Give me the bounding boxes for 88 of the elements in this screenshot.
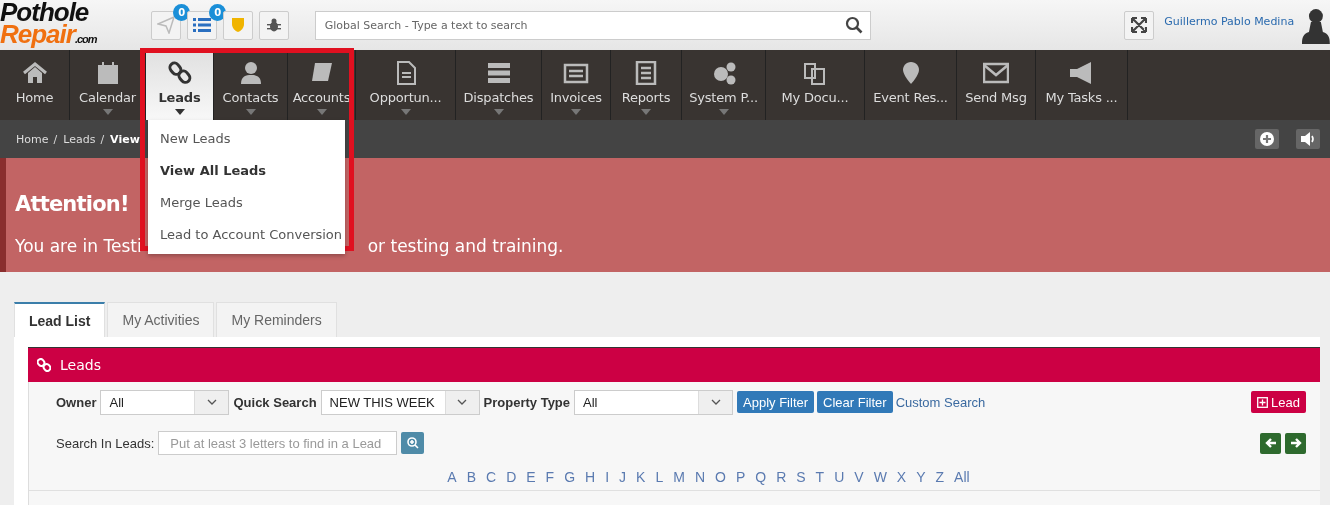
letter-link[interactable]: F bbox=[540, 469, 560, 485]
alert-text: You are in Testi bbox=[15, 236, 142, 256]
letter-link[interactable]: K bbox=[631, 469, 651, 485]
filter-select[interactable]: All bbox=[100, 389, 230, 415]
letter-link[interactable]: All bbox=[949, 469, 975, 485]
menu-item[interactable]: Lead to Account Conversion bbox=[148, 218, 345, 250]
zoom-in-icon bbox=[406, 437, 419, 449]
breadcrumb-link[interactable]: Leads bbox=[63, 132, 96, 146]
custom-search-link[interactable]: Custom Search bbox=[895, 394, 986, 410]
chevron-down-icon bbox=[206, 399, 217, 405]
plus-square-icon bbox=[1257, 396, 1269, 408]
home-icon bbox=[21, 61, 48, 85]
volume-button[interactable] bbox=[1296, 129, 1320, 149]
tab[interactable]: My Reminders bbox=[216, 302, 337, 337]
add-lead-button[interactable]: Lead bbox=[1251, 391, 1306, 413]
card-icon bbox=[563, 61, 589, 85]
letter-link[interactable]: H bbox=[580, 469, 601, 485]
link-icon bbox=[37, 358, 51, 372]
chevron-down-icon bbox=[457, 399, 468, 405]
search-icon[interactable] bbox=[845, 15, 864, 34]
letter-link[interactable]: B bbox=[461, 469, 481, 485]
letter-link[interactable]: J bbox=[614, 469, 632, 485]
search-label: Search In Leads: bbox=[56, 435, 155, 451]
letter-link[interactable]: D bbox=[501, 469, 522, 485]
global-search-field[interactable]: Global Search - Type a text to search bbox=[314, 10, 872, 40]
letter-link[interactable]: T bbox=[810, 469, 830, 485]
letter-link[interactable]: N bbox=[689, 469, 710, 485]
expand-icon bbox=[1131, 17, 1148, 33]
bug-icon bbox=[265, 17, 282, 33]
letter-link[interactable]: M bbox=[668, 469, 690, 485]
lead-search-field[interactable]: Put at least 3 letters to find in a Lead bbox=[158, 431, 398, 455]
shield-icon bbox=[231, 17, 246, 33]
letter-link[interactable]: C bbox=[481, 469, 502, 485]
nav-item[interactable]: Leads bbox=[146, 50, 214, 120]
search-button[interactable] bbox=[401, 432, 425, 454]
copy-icon bbox=[802, 61, 828, 85]
clear-filter-button[interactable]: Clear Filter bbox=[817, 391, 893, 413]
letter-link[interactable]: U bbox=[829, 469, 850, 485]
letter-link[interactable]: Q bbox=[750, 469, 772, 485]
alert-title: Attention! bbox=[15, 192, 129, 216]
menu-item[interactable]: New Leads bbox=[148, 122, 345, 154]
breadcrumb-link[interactable]: View bbox=[110, 132, 140, 146]
list-icon bbox=[193, 17, 212, 33]
letter-link[interactable]: Z bbox=[930, 469, 950, 485]
breadcrumb-link[interactable]: Home bbox=[16, 132, 49, 146]
previous-button[interactable] bbox=[1260, 432, 1281, 454]
menu-item[interactable]: View All Leads bbox=[148, 154, 345, 186]
fullscreen-button[interactable] bbox=[1124, 10, 1155, 40]
letter-link[interactable]: P bbox=[730, 469, 751, 485]
arrow-left-icon bbox=[1264, 437, 1277, 449]
user-avatar-icon[interactable] bbox=[1302, 6, 1330, 44]
alert-text: or testing and training. bbox=[367, 236, 564, 256]
letter-link[interactable]: E bbox=[521, 469, 541, 485]
user-name-link[interactable]: Guillermo Pablo Medina bbox=[1164, 15, 1295, 28]
link-icon bbox=[166, 61, 193, 85]
menu-item[interactable]: Merge Leads bbox=[148, 186, 345, 218]
letter-link[interactable]: L bbox=[650, 469, 669, 485]
stack-icon bbox=[485, 61, 512, 85]
apply-filter-button[interactable]: Apply Filter bbox=[737, 391, 815, 413]
breadcrumb-separator: / bbox=[100, 132, 105, 146]
next-button[interactable] bbox=[1285, 432, 1306, 454]
filter-label: Property Type bbox=[483, 394, 571, 410]
letter-link[interactable]: A bbox=[442, 469, 462, 485]
panel-title: Leads bbox=[60, 357, 101, 373]
tab[interactable]: My Activities bbox=[107, 302, 215, 337]
filter-select[interactable]: All bbox=[574, 389, 734, 415]
mail-icon bbox=[983, 61, 1009, 85]
filter-label: Owner bbox=[56, 394, 97, 410]
bug-button[interactable] bbox=[258, 10, 289, 40]
letter-link[interactable]: X bbox=[891, 469, 912, 485]
filter-label: Quick Search bbox=[233, 394, 317, 410]
logo[interactable]: Pothole Repair.com bbox=[0, 0, 146, 46]
letter-link[interactable]: W bbox=[868, 469, 892, 485]
letter-link[interactable]: V bbox=[849, 469, 869, 485]
letter-link[interactable]: G bbox=[559, 469, 581, 485]
filter-select[interactable]: NEW THIS WEEK bbox=[320, 389, 480, 415]
arrow-right-icon bbox=[1289, 437, 1302, 449]
chevron-down-icon bbox=[710, 399, 721, 405]
letter-link[interactable]: O bbox=[710, 469, 731, 485]
list-icon bbox=[633, 61, 659, 85]
letter-link[interactable]: Y bbox=[911, 469, 931, 485]
tab[interactable]: Lead List bbox=[14, 302, 106, 337]
letter-link[interactable]: R bbox=[771, 469, 792, 485]
breadcrumb-separator: / bbox=[53, 132, 58, 146]
paper-plane-icon bbox=[157, 16, 176, 34]
add-button[interactable] bbox=[1255, 129, 1279, 149]
letter-link[interactable]: I bbox=[600, 469, 615, 485]
letter-link[interactable]: S bbox=[791, 469, 811, 485]
